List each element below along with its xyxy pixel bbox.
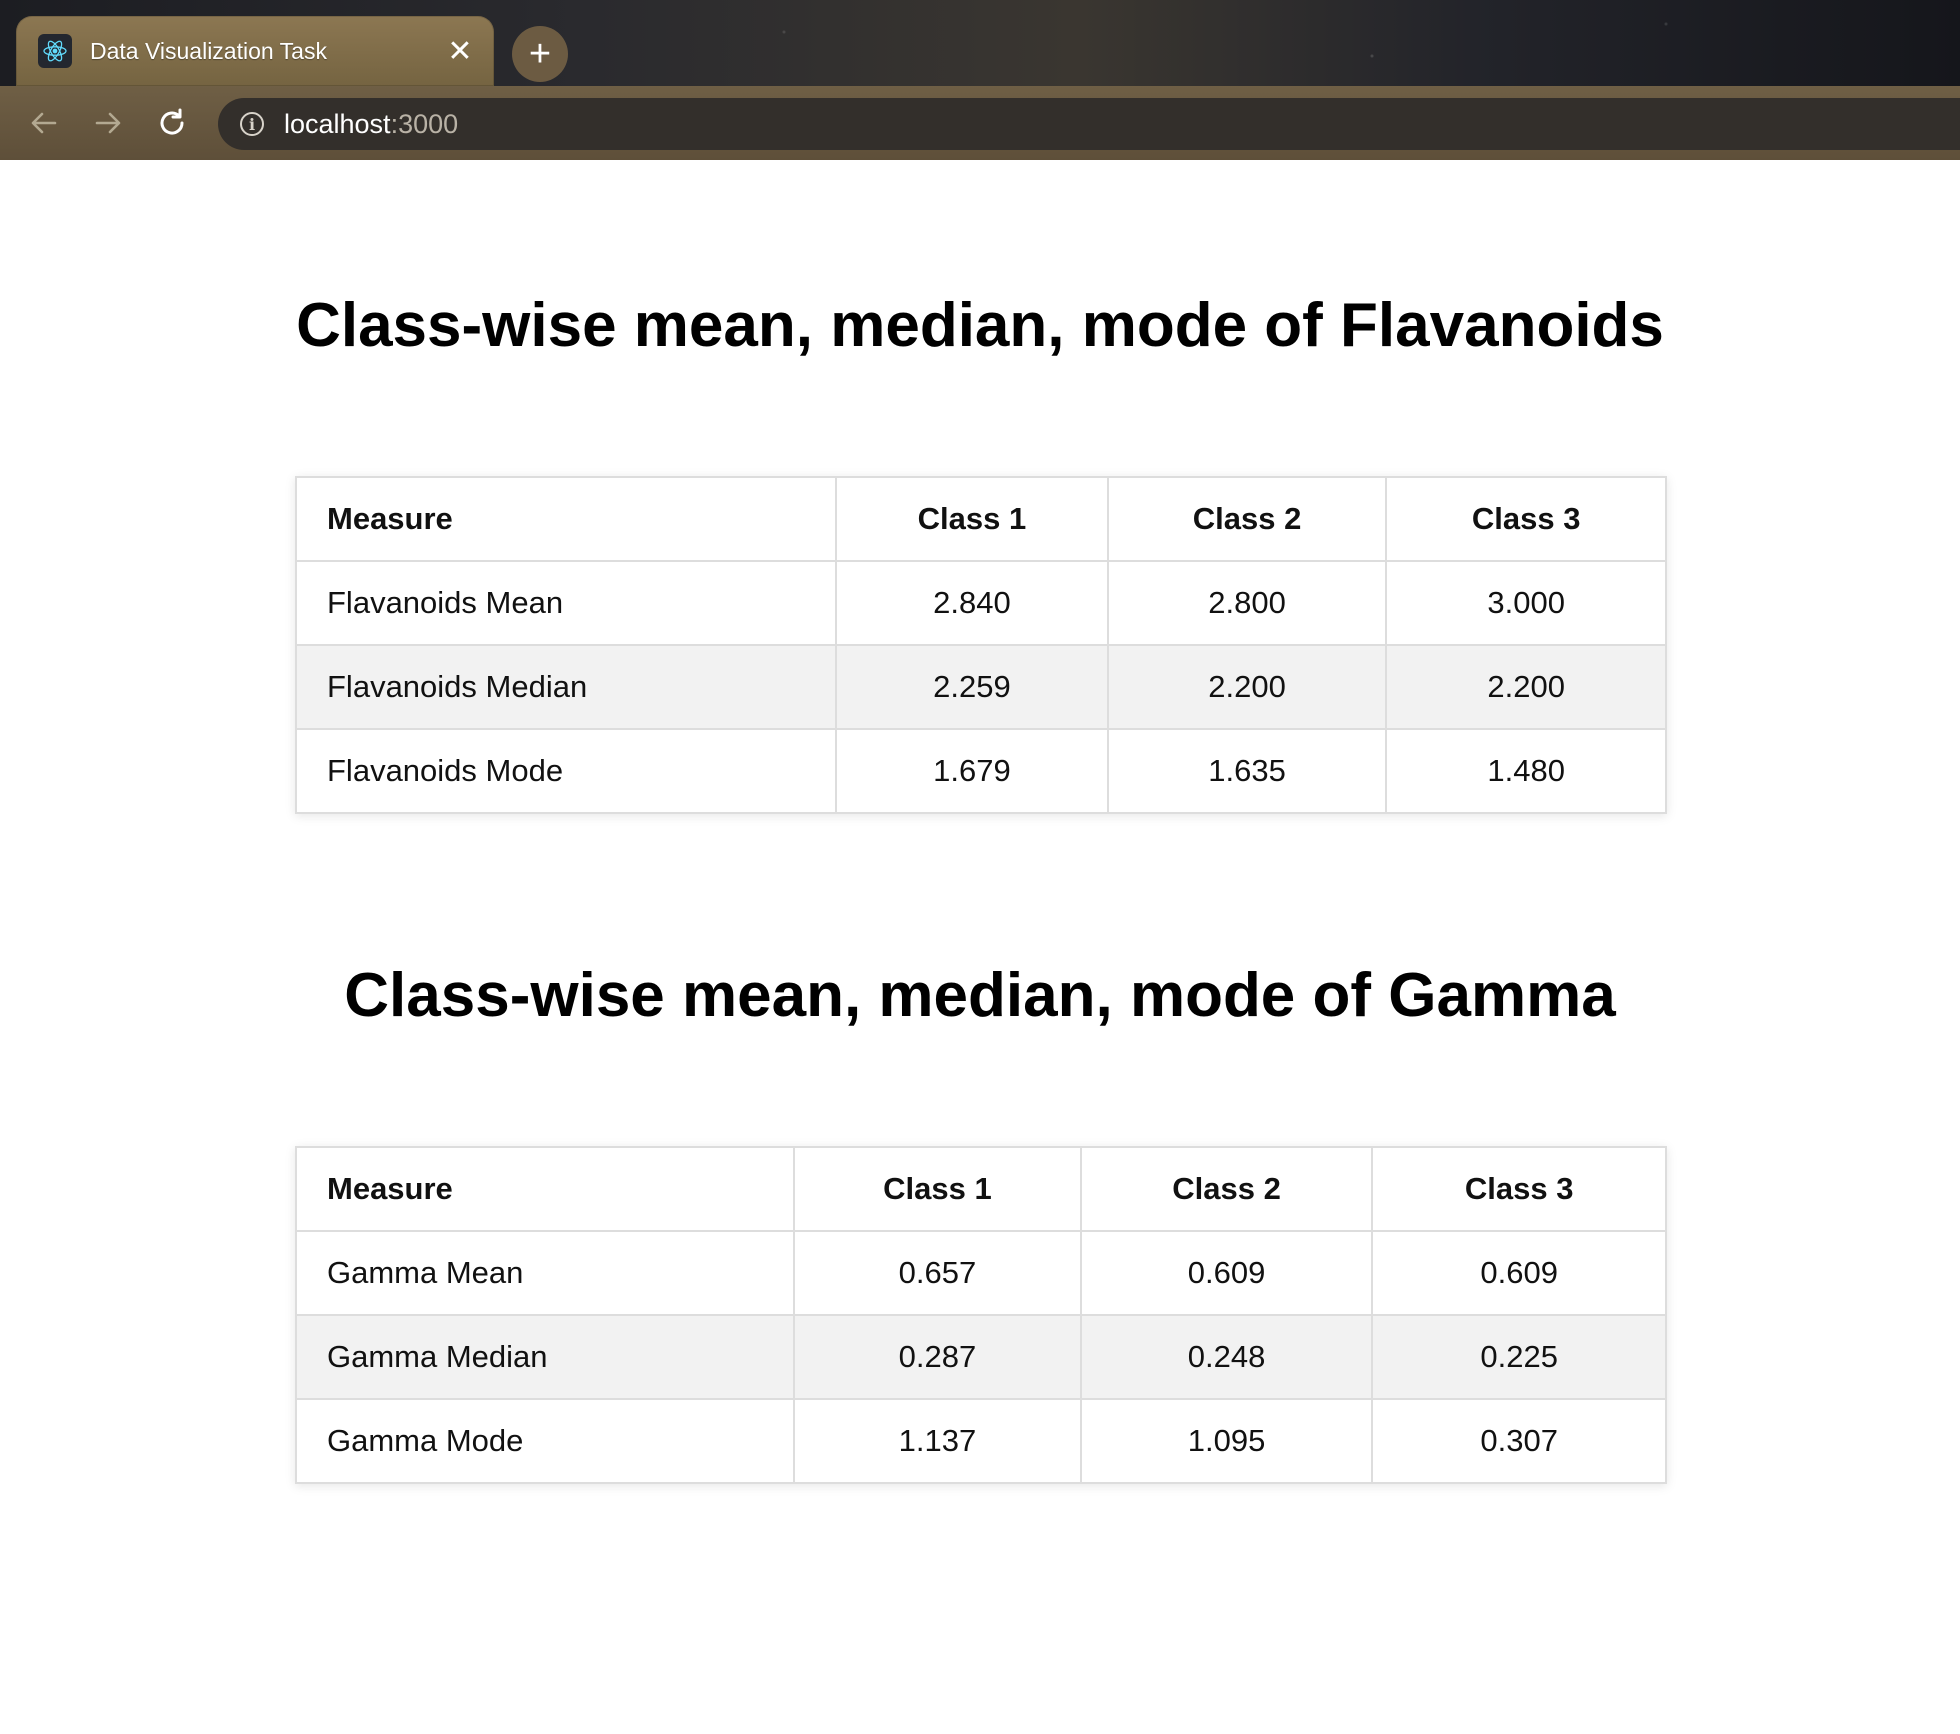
arrow-right-icon[interactable] — [80, 95, 136, 151]
value-cell: 1.137 — [793, 1398, 1082, 1484]
measure-cell: Flavanoids Mode — [294, 728, 838, 814]
flavanoids-title: Class-wise mean, median, mode of Flavano… — [296, 291, 1664, 360]
url-port: :3000 — [390, 108, 459, 139]
tab-strip: Data Visualization Task ✕ + — [0, 0, 1960, 86]
measure-cell: Flavanoids Median — [294, 644, 838, 730]
table-row: Gamma Mean 0.657 0.609 0.609 — [294, 1230, 1667, 1316]
info-icon[interactable]: i — [240, 112, 264, 136]
table-row: Flavanoids Mode 1.679 1.635 1.480 — [294, 728, 1667, 814]
table-row: Flavanoids Mean 2.840 2.800 3.000 — [294, 560, 1667, 646]
value-cell: 2.259 — [835, 644, 1109, 730]
gamma-table: Measure Class 1 Class 2 Class 3 Gamma Me… — [294, 1146, 1667, 1484]
tab-data-visualization[interactable]: Data Visualization Task ✕ — [16, 16, 494, 86]
value-cell: 2.840 — [835, 560, 1109, 646]
tab-title: Data Visualization Task — [90, 37, 327, 64]
address-bar[interactable]: i localhost:3000 — [218, 98, 1960, 150]
plus-icon[interactable]: + — [512, 26, 568, 82]
value-cell: 2.200 — [1106, 644, 1388, 730]
column-header: Measure — [294, 1146, 796, 1232]
measure-cell: Gamma Mean — [294, 1230, 796, 1316]
react-atom-icon — [38, 34, 72, 68]
gamma-title: Class-wise mean, median, mode of Gamma — [344, 961, 1616, 1030]
value-cell: 0.609 — [1079, 1230, 1374, 1316]
value-cell: 0.248 — [1079, 1314, 1374, 1400]
reload-icon[interactable] — [144, 95, 200, 151]
value-cell: 3.000 — [1385, 560, 1667, 646]
table-header-row: Measure Class 1 Class 2 Class 3 — [294, 1146, 1667, 1232]
table-header-row: Measure Class 1 Class 2 Class 3 — [294, 476, 1667, 562]
url-host: localhost — [284, 108, 391, 139]
close-icon[interactable]: ✕ — [444, 35, 476, 68]
value-cell: 2.800 — [1106, 560, 1388, 646]
value-cell: 0.657 — [793, 1230, 1082, 1316]
arrow-left-icon[interactable] — [16, 95, 72, 151]
table-row: Gamma Mode 1.137 1.095 0.307 — [294, 1398, 1667, 1484]
column-header: Class 2 — [1106, 476, 1388, 562]
measure-cell: Gamma Mode — [294, 1398, 796, 1484]
value-cell: 1.480 — [1385, 728, 1667, 814]
value-cell: 0.609 — [1371, 1230, 1667, 1316]
table-row: Flavanoids Median 2.259 2.200 2.200 — [294, 644, 1667, 730]
measure-cell: Flavanoids Mean — [294, 560, 838, 646]
value-cell: 2.200 — [1385, 644, 1667, 730]
value-cell: 1.095 — [1079, 1398, 1374, 1484]
flavanoids-table: Measure Class 1 Class 2 Class 3 Flavanoi… — [294, 476, 1667, 814]
measure-cell: Gamma Median — [294, 1314, 796, 1400]
browser-toolbar: i localhost:3000 — [0, 86, 1960, 160]
value-cell: 0.225 — [1371, 1314, 1667, 1400]
column-header: Class 3 — [1385, 476, 1667, 562]
table-row: Gamma Median 0.287 0.248 0.225 — [294, 1314, 1667, 1400]
column-header: Measure — [294, 476, 838, 562]
value-cell: 0.307 — [1371, 1398, 1667, 1484]
column-header: Class 1 — [793, 1146, 1082, 1232]
page-content: Class-wise mean, median, mode of Flavano… — [0, 160, 1960, 1734]
column-header: Class 2 — [1079, 1146, 1374, 1232]
value-cell: 1.635 — [1106, 728, 1388, 814]
value-cell: 1.679 — [835, 728, 1109, 814]
value-cell: 0.287 — [793, 1314, 1082, 1400]
column-header: Class 3 — [1371, 1146, 1667, 1232]
column-header: Class 1 — [835, 476, 1109, 562]
browser-chrome: Data Visualization Task ✕ + i localhost:… — [0, 0, 1960, 160]
